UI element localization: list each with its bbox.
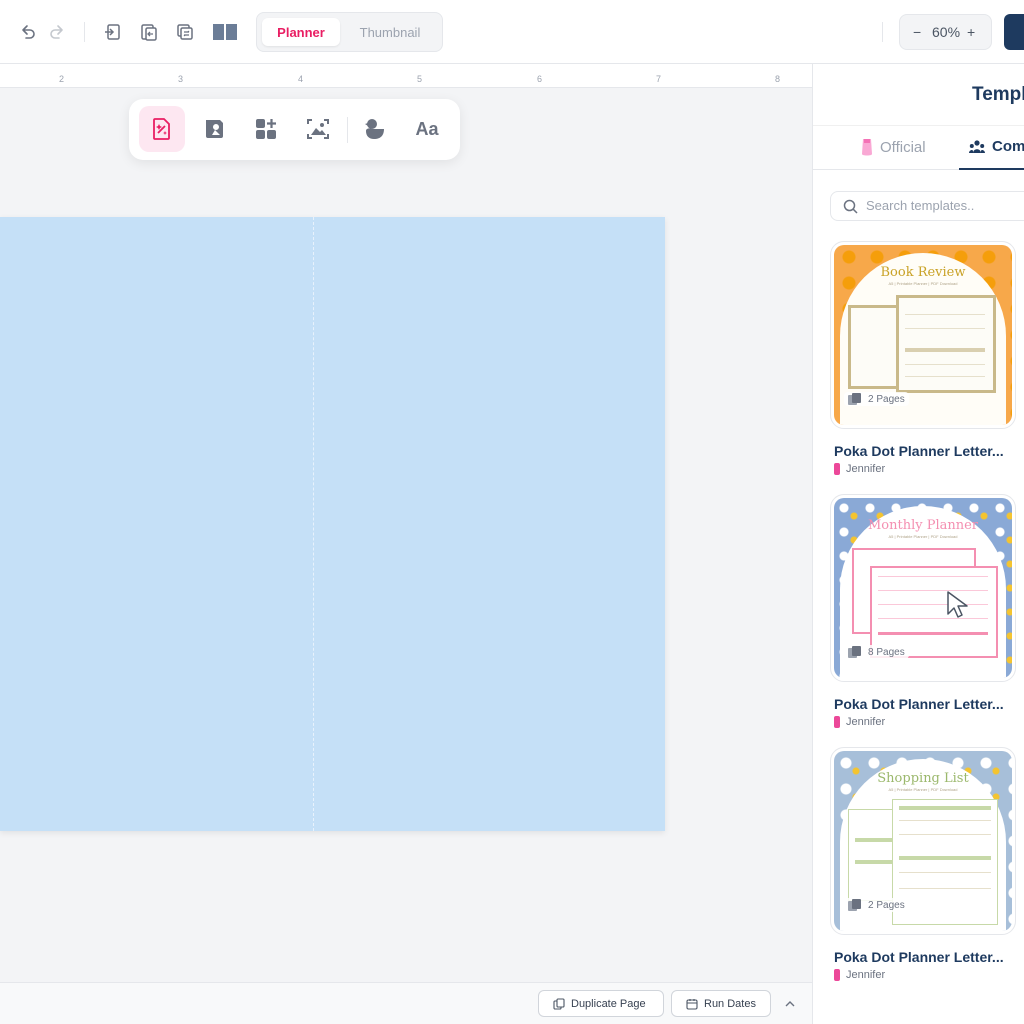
pages-icon: [848, 393, 861, 405]
toolbar-divider: [84, 22, 85, 42]
duplicate-page-button[interactable]: Duplicate Page: [538, 990, 664, 1017]
zoom-level: 60%: [932, 24, 961, 40]
thumbnail-subtitle: A5 | Printable Planner | PDF Download: [888, 281, 958, 286]
thumbnail-title: Shopping List: [877, 771, 969, 786]
page-count-badge: 2 Pages: [844, 898, 909, 912]
run-dates-label: Run Dates: [704, 997, 756, 1010]
export-page-icon[interactable]: [137, 20, 161, 44]
text-tool-button[interactable]: Aa: [404, 106, 450, 152]
tab-community-label: Com: [992, 138, 1024, 155]
thumbnail-title: Book Review: [880, 265, 966, 280]
ruler-mark: 5: [417, 74, 423, 84]
tab-official-label: Official: [880, 138, 926, 156]
ai-design-icon[interactable]: [139, 106, 185, 152]
search-input[interactable]: [866, 198, 1024, 213]
template-name[interactable]: Poka Dot Planner Letter...: [834, 949, 1004, 965]
tab-planner[interactable]: Planner: [262, 18, 340, 46]
panel-title: Templ: [972, 84, 1024, 105]
zoom-in-button[interactable]: +: [967, 24, 975, 40]
layout-split-icon[interactable]: [212, 20, 238, 44]
calendar-icon: [686, 998, 698, 1010]
author-icon: [834, 716, 840, 728]
tab-official[interactable]: Official: [861, 138, 926, 156]
page-count: 8 Pages: [868, 646, 905, 658]
chevron-up-icon[interactable]: [782, 996, 798, 1012]
ruler-mark: 6: [537, 74, 543, 84]
toolbar-divider: [882, 22, 883, 42]
undo-icon[interactable]: [16, 20, 40, 44]
import-page-icon[interactable]: [100, 20, 124, 44]
tab-thumbnail[interactable]: Thumbnail: [345, 18, 435, 46]
templates-panel: Templ Official Com Book Review A5 | Prin…: [812, 64, 1024, 1024]
page-fold-line: [313, 217, 314, 831]
author-name: Jennifer: [846, 716, 886, 728]
image-icon[interactable]: [295, 106, 341, 152]
editor-canvas[interactable]: Aa: [0, 88, 812, 982]
thumbnail-subtitle: A5 | Printable Planner | PDF Download: [888, 534, 958, 539]
thumbnail-page: [896, 295, 996, 393]
floating-toolbar-divider: [347, 117, 348, 143]
view-mode-toggle: Planner Thumbnail: [256, 12, 443, 52]
sticker-icon[interactable]: [191, 106, 237, 152]
redo-icon[interactable]: [45, 20, 69, 44]
template-author: Jennifer: [834, 969, 885, 981]
duplicate-icon: [553, 997, 565, 1010]
search-box: [830, 191, 1024, 221]
panel-tabs: Official Com: [813, 125, 1024, 170]
active-tab-indicator: [959, 168, 1024, 170]
ruler-mark: 3: [178, 74, 184, 84]
page-count: 2 Pages: [868, 393, 905, 405]
search-icon: [843, 199, 858, 214]
planner-page[interactable]: [0, 217, 665, 831]
top-toolbar: Planner Thumbnail − 60% +: [0, 0, 1024, 64]
template-thumbnail[interactable]: Book Review A5 | Printable Planner | PDF…: [830, 241, 1016, 429]
elements-icon[interactable]: [243, 106, 289, 152]
floating-toolbar: Aa: [129, 99, 460, 160]
template-thumbnail[interactable]: Shopping List A5 | Printable Planner | P…: [830, 747, 1016, 935]
pages-icon: [848, 899, 861, 911]
template-author: Jennifer: [834, 463, 885, 475]
primary-action-button[interactable]: [1004, 14, 1024, 50]
page-count-badge: 2 Pages: [844, 392, 909, 406]
author-name: Jennifer: [846, 463, 886, 475]
ruler-mark: 2: [59, 74, 65, 84]
pages-icon: [848, 646, 861, 658]
ruler-mark: 4: [298, 74, 304, 84]
ruler-mark: 8: [775, 74, 781, 84]
author-icon: [834, 463, 840, 475]
horizontal-ruler: 2 3 4 5 6 7 8: [0, 64, 812, 88]
zoom-control: − 60% +: [899, 14, 992, 50]
swap-pages-icon[interactable]: [173, 20, 197, 44]
template-name[interactable]: Poka Dot Planner Letter...: [834, 696, 1004, 712]
duck-icon[interactable]: [352, 106, 398, 152]
official-icon: [862, 139, 872, 156]
run-dates-button[interactable]: Run Dates: [671, 990, 771, 1017]
page-count: 2 Pages: [868, 899, 905, 911]
duplicate-page-label: Duplicate Page: [571, 997, 646, 1010]
template-name[interactable]: Poka Dot Planner Letter...: [834, 443, 1004, 459]
zoom-out-button[interactable]: −: [913, 24, 921, 40]
cursor-pointer-icon: [946, 590, 970, 623]
template-author: Jennifer: [834, 716, 885, 728]
author-icon: [834, 969, 840, 981]
page-count-badge: 8 Pages: [844, 645, 909, 659]
author-name: Jennifer: [846, 969, 886, 981]
tab-community[interactable]: Com: [969, 138, 1024, 155]
thumbnail-subtitle: A5 | Printable Planner | PDF Download: [888, 787, 958, 792]
thumbnail-title: Monthly Planner: [867, 518, 979, 533]
ruler-mark: 7: [656, 74, 662, 84]
community-icon: [969, 139, 985, 153]
template-thumbnail[interactable]: Monthly Planner A5 | Printable Planner |…: [830, 494, 1016, 682]
bottom-bar: Duplicate Page Run Dates: [0, 982, 812, 1024]
